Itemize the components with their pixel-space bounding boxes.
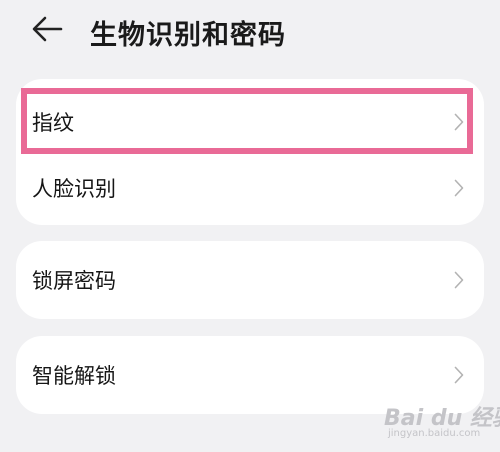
chevron-right-icon <box>454 113 464 131</box>
watermark-url: jingyan.baidu.com <box>388 428 481 439</box>
header: 生物识别和密码 <box>0 0 500 62</box>
settings-item-label: 锁屏密码 <box>32 269 116 293</box>
settings-item-lock-screen-password[interactable]: 锁屏密码 <box>16 249 484 311</box>
settings-item-smart-unlock[interactable]: 智能解锁 <box>16 344 484 406</box>
page-title: 生物识别和密码 <box>90 20 286 51</box>
settings-item-face-recognition[interactable]: 人脸识别 <box>16 157 484 219</box>
settings-group-biometrics: 指纹 人脸识别 <box>16 79 484 225</box>
settings-item-label: 指纹 <box>32 111 74 135</box>
settings-item-fingerprint[interactable]: 指纹 <box>16 91 484 153</box>
settings-item-label: 智能解锁 <box>32 364 116 388</box>
settings-page: 生物识别和密码 指纹 人脸识别 锁屏密码 智能解锁 Bai du 经 jingy… <box>0 0 500 452</box>
chevron-right-icon <box>454 271 464 289</box>
settings-group-smart-unlock: 智能解锁 <box>16 336 484 414</box>
arrow-left-icon <box>30 12 70 46</box>
back-button[interactable] <box>30 12 70 48</box>
settings-group-lockscreen: 锁屏密码 <box>16 241 484 319</box>
chevron-right-icon <box>454 179 464 197</box>
settings-item-label: 人脸识别 <box>32 177 116 201</box>
chevron-right-icon <box>454 366 464 384</box>
